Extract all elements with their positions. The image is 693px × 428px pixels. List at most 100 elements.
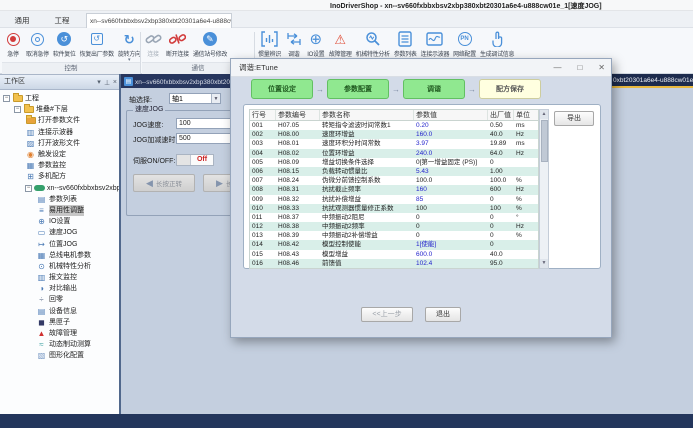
toolbar-button-factory-reset[interactable]: ↺恢复出厂参数: [78, 30, 116, 58]
param-list-small-icon: ▤: [36, 194, 47, 205]
prev-step-button[interactable]: <<上一步: [361, 307, 413, 322]
tree-item-graphic-config[interactable]: ▧图形化配置: [0, 350, 119, 361]
tree-item-easy-tuning[interactable]: ≡易用性调整: [0, 205, 119, 216]
tree-item-param-monitor[interactable]: ▦参数监控: [0, 160, 119, 171]
tree-item-mech-analysis[interactable]: ⊙机械特性分析: [0, 261, 119, 272]
servo-onoff-toggle[interactable]: Off: [176, 154, 214, 166]
toolbar-button-station-modify[interactable]: ✎通信站号修改: [191, 30, 229, 58]
table-row[interactable]: 013H08.39中频振动2补偿增益00%: [250, 231, 538, 240]
tree-item-dynamic-brake-calc[interactable]: ≈动态制动测算: [0, 339, 119, 350]
table-row[interactable]: 001H07.05转矩指令滤波时间常数10.200.50ms: [250, 121, 538, 130]
tree-item-project[interactable]: −工程: [0, 93, 119, 104]
wizard-step-2[interactable]: 参数配置: [327, 79, 389, 99]
table-scrollbar[interactable]: ▲ ▼: [539, 109, 549, 269]
tree-item-label: 易用性调整: [49, 205, 84, 216]
table-row[interactable]: 014H08.42模型控制使能1[使能]0: [250, 240, 538, 249]
table-cell: 001: [250, 121, 276, 130]
table-row[interactable]: 002H08.00速度环增益160.040.0Hz: [250, 130, 538, 139]
toolbar-button-io-settings[interactable]: ⊕IO设置: [305, 30, 327, 58]
tree-item-device-info[interactable]: ▤设备信息: [0, 306, 119, 317]
tree-item-blackbox[interactable]: ◼黑匣子: [0, 317, 119, 328]
tree-item-bus-motor-params[interactable]: ▦总线电机参数: [0, 250, 119, 261]
wizard-step-4[interactable]: 配方保存: [479, 79, 541, 99]
table-cell: 3.97: [414, 139, 488, 148]
wizard-step-1[interactable]: 位置设定: [251, 79, 313, 99]
jog-speed-input[interactable]: [176, 118, 232, 129]
jog-forward-button[interactable]: ◀ 长按正转: [133, 174, 195, 192]
toolbar-button-cancel-estop[interactable]: 取消急停: [24, 30, 51, 58]
tree-item-open-wave-file[interactable]: ▨打开波形文件: [0, 138, 119, 149]
close-icon[interactable]: ✕: [598, 64, 605, 72]
table-cell: 0: [414, 222, 488, 231]
compare-icon: ◑: [36, 283, 47, 294]
tree-item-message-monitor[interactable]: ▥报文监控: [0, 272, 119, 283]
tree-item-param-list[interactable]: ▤参数列表: [0, 194, 119, 205]
table-row[interactable]: 004H08.02位置环增益240.064.0Hz: [250, 149, 538, 158]
table-cell: 008: [250, 185, 276, 194]
jog-acc-input[interactable]: [176, 133, 232, 144]
toolbar-button-mech-analysis[interactable]: 机械特性分析: [354, 30, 392, 58]
tree-item-trigger-setting[interactable]: ◉触发设定: [0, 149, 119, 160]
toolbar-button-tuning[interactable]: 调谐: [283, 30, 305, 58]
tree-item-position-jog[interactable]: ↦位置JOG: [0, 238, 119, 249]
mdi-tab-active-fragment[interactable]: 0xbt20301a6e4-u888cw01e_1[: [610, 74, 693, 88]
table-row[interactable]: 009H08.32抗扰补偿增益850%: [250, 195, 538, 204]
table-cell: 0: [488, 213, 514, 222]
table-row[interactable]: 003H08.01速度环积分时间常数3.9719.89ms: [250, 139, 538, 148]
table-cell: 转矩指令滤波时间常数1: [320, 121, 414, 130]
table-cell: 0: [488, 222, 514, 231]
easy-tuning-icon: ≡: [36, 205, 47, 216]
ribbon-tab-document[interactable]: xn--sv660fxbbxbsv2xbp380xbt20301a6e4-u88…: [86, 13, 232, 28]
toolbar-button-disconnect[interactable]: 断开连接: [164, 30, 191, 58]
tree-item-speed-jog[interactable]: ▭速度JOG: [0, 227, 119, 238]
tree-item-connect-scope[interactable]: ▥连接示波器: [0, 127, 119, 138]
ribbon-tab-general[interactable]: 通用: [4, 13, 40, 28]
wizard-step-3[interactable]: 调谐: [403, 79, 465, 99]
table-row[interactable]: 015H08.43模型增益600.040.0: [250, 250, 538, 259]
table-cell: %: [514, 195, 530, 204]
tree-item-compare-output[interactable]: ◑对比输出: [0, 283, 119, 294]
toolbar-button-software-reset[interactable]: ↺软件复位: [51, 30, 78, 58]
tree-item-io-settings[interactable]: ⊕IO设置: [0, 216, 119, 227]
toolbar-button-param-list[interactable]: 参数列表: [392, 30, 419, 58]
tree-item-multi-recipe[interactable]: ⊞多机配方: [0, 171, 119, 182]
table-row[interactable]: 005H08.09增益切换条件选择0[第一增益固定 (PS)]0: [250, 158, 538, 167]
table-cell: 中频振动2阻尼: [320, 213, 414, 222]
toolbar-button-inertia-identify[interactable]: 惯量辨识: [256, 30, 283, 58]
scroll-down-icon[interactable]: ▼: [540, 259, 548, 268]
tree-item-open-param-file[interactable]: 打开参数文件: [0, 115, 119, 126]
minimize-icon[interactable]: —: [553, 64, 561, 72]
scrollbar-thumb[interactable]: [541, 120, 548, 162]
tree-item-fault-manage[interactable]: ▲故障管理: [0, 328, 119, 339]
close-icon[interactable]: ×: [113, 79, 117, 86]
ribbon-tab-project[interactable]: 工程: [44, 13, 80, 28]
toolbar-button-connect[interactable]: 连接: [142, 30, 164, 58]
exit-button[interactable]: 退出: [425, 307, 461, 322]
table-cell: H08.00: [276, 130, 320, 139]
toolbar-button-debug-info[interactable]: 生成调试信息: [478, 30, 516, 58]
table-row[interactable]: 008H08.31抗扰截止频率160600Hz: [250, 185, 538, 194]
axis-select-dropdown[interactable]: 轴1 ▼: [169, 93, 221, 104]
scroll-up-icon[interactable]: ▲: [540, 110, 548, 119]
ribbon-group-label: 控制: [2, 62, 140, 74]
table-row[interactable]: 007H08.24伪微分前馈控制系数100.0100.0%: [250, 176, 538, 185]
tree-item-label: 设备信息: [49, 306, 77, 317]
tree-item-homing[interactable]: ÷回零: [0, 294, 119, 305]
table-row[interactable]: 016H08.46前馈值102.495.0: [250, 259, 538, 268]
export-button[interactable]: 导出: [554, 111, 594, 126]
table-row[interactable]: 011H08.37中频振动2阻尼00°: [250, 213, 538, 222]
tree-item-stack-lower[interactable]: −堆叠#下层: [0, 104, 119, 115]
toolbar-button-scope[interactable]: 连接示波器: [419, 30, 452, 58]
table-row[interactable]: 010H08.33抗扰观测器惯量修正系数100100%: [250, 204, 538, 213]
graphic-config-icon: ▧: [36, 350, 47, 361]
pin-icon[interactable]: ⊤: [104, 78, 110, 86]
table-row[interactable]: 012H08.38中频振动2频率00Hz: [250, 222, 538, 231]
toolbar-button-rotate-direction[interactable]: ↻旋转方向▾: [116, 30, 143, 62]
toolbar-button-fault-manage[interactable]: ⚠故障管理: [327, 30, 354, 58]
tree-item-device[interactable]: −xn--sv660fxbbxbsv2xbp380xbt20301a6e4-u8…: [0, 183, 119, 194]
toolbar-button-network-config[interactable]: PN网络配置: [451, 30, 478, 58]
chevron-down-icon[interactable]: ▾: [97, 78, 101, 86]
maximize-icon[interactable]: □: [577, 64, 582, 72]
table-row[interactable]: 006H08.15负载转动惯量比5.431.00: [250, 167, 538, 176]
toolbar-button-estop[interactable]: 急停: [2, 30, 24, 58]
